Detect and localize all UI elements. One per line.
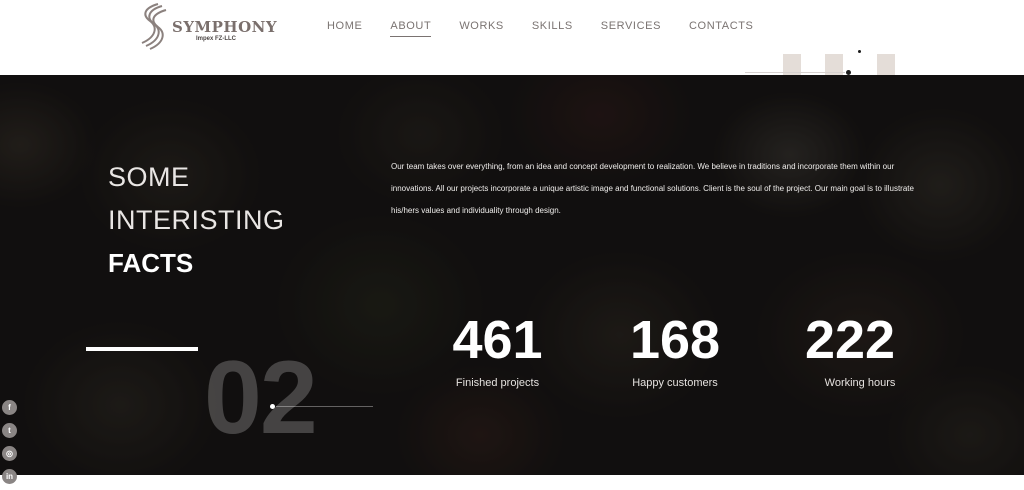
twitter-icon[interactable]: t xyxy=(2,423,17,438)
brand-name: SYMPHONY xyxy=(172,18,278,36)
social-links: f t ◎ in xyxy=(2,400,18,490)
decorative-line xyxy=(745,72,845,73)
stat-value: 168 xyxy=(629,310,721,370)
stat-label: Finished projects xyxy=(455,377,540,389)
main-nav: HOME ABOUT WORKS SKILLS SERVICES CONTACT… xyxy=(327,20,782,37)
stat-working-hours: 222 Working hours xyxy=(790,310,910,389)
facts-section: SOME INTERISTING FACTS Our team takes ov… xyxy=(0,75,1024,475)
instagram-icon[interactable]: ◎ xyxy=(2,446,17,461)
brand-subtitle: Impex FZ-LLC xyxy=(196,36,236,42)
nav-works[interactable]: WORKS xyxy=(459,20,504,32)
facts-heading-line3: FACTS xyxy=(108,248,194,278)
section-number: 02 xyxy=(204,340,318,456)
decorative-dot xyxy=(858,50,861,53)
brand-logo[interactable]: SYMPHONY Impex FZ-LLC xyxy=(140,2,277,52)
stat-happy-customers: 168 Happy customers xyxy=(610,310,740,389)
slider-dot[interactable] xyxy=(270,404,275,409)
stat-label: Working hours xyxy=(824,377,896,389)
stat-value: 461 xyxy=(452,310,543,370)
facts-heading-line2: INTERISTING xyxy=(108,205,285,235)
facts-description: Our team takes over everything, from an … xyxy=(391,162,914,215)
nav-about[interactable]: ABOUT xyxy=(390,20,432,37)
section-divider xyxy=(86,347,198,351)
header-decoration xyxy=(745,50,905,76)
decorative-bar xyxy=(877,54,895,76)
facts-heading-line1: SOME xyxy=(108,162,190,192)
stat-value: 222 xyxy=(804,310,896,370)
facebook-icon[interactable]: f xyxy=(2,400,17,415)
slider-line xyxy=(276,406,373,407)
site-header: SYMPHONY Impex FZ-LLC HOME ABOUT WORKS S… xyxy=(0,0,1024,76)
nav-home[interactable]: HOME xyxy=(327,20,362,32)
stat-label: Happy customers xyxy=(632,377,718,389)
nav-skills[interactable]: SKILLS xyxy=(532,20,573,32)
linkedin-icon[interactable]: in xyxy=(2,469,17,484)
nav-contacts[interactable]: CONTACTS xyxy=(689,20,753,32)
nav-services[interactable]: SERVICES xyxy=(601,20,661,32)
stat-finished-projects: 461 Finished projects xyxy=(440,310,555,389)
symphony-logo-icon xyxy=(141,3,167,50)
